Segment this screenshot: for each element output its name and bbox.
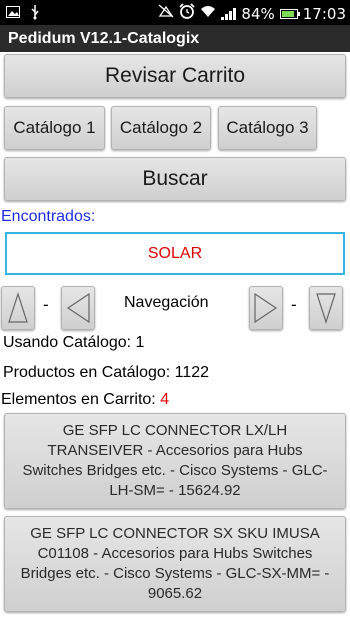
wifi-icon (200, 4, 216, 23)
triangle-down-icon (316, 293, 336, 324)
nav-separator-right: - (291, 295, 297, 314)
app-title: Pedidum V12.1-Catalogix (0, 25, 350, 52)
triangle-up-icon (8, 292, 28, 323)
nav-separator-left: - (43, 295, 49, 314)
image-icon (6, 6, 20, 23)
search-value: SOLAR (147, 244, 203, 262)
catalog-1-button[interactable]: Catálogo 1 (4, 106, 105, 150)
nav-up-button[interactable] (1, 286, 35, 330)
signal-icon (221, 7, 237, 20)
usb-icon (30, 4, 40, 25)
search-input[interactable]: SOLAR (5, 232, 345, 275)
nav-down-button[interactable] (309, 286, 343, 330)
alarm-icon (179, 3, 196, 24)
cart-items-count: 4 (160, 391, 170, 408)
cart-items-text: Elementos en Carrito: 4 (1, 391, 169, 409)
search-button[interactable]: Buscar (4, 157, 346, 201)
nav-left-button[interactable] (61, 286, 95, 330)
catalog-3-button[interactable]: Catálogo 3 (218, 106, 317, 150)
products-count-text: Productos en Catálogo: 1122 (3, 364, 210, 381)
review-cart-button[interactable]: Revisar Carrito (4, 54, 346, 98)
mute-icon (158, 4, 174, 23)
using-catalog-text: Usando Catálogo: 1 (3, 334, 145, 351)
triangle-right-icon (254, 292, 278, 324)
battery-icon (279, 8, 300, 19)
triangle-left-icon (66, 292, 90, 324)
status-bar: 84% 17:03 (0, 0, 350, 25)
clock: 17:03 (302, 4, 346, 23)
found-label: Encontrados: (1, 208, 96, 225)
product-item[interactable]: GE SFP LC CONNECTOR LX/LH TRANSEIVER - A… (4, 413, 346, 509)
catalog-2-button[interactable]: Catálogo 2 (111, 106, 211, 150)
navigation-label: Navegación (124, 294, 209, 311)
cart-items-label: Elementos en Carrito: (1, 391, 156, 408)
product-item[interactable]: GE SFP LC CONNECTOR SX SKU IMUSA C01108 … (4, 516, 346, 612)
nav-right-button[interactable] (249, 286, 283, 330)
battery-percent: 84% (241, 4, 275, 23)
